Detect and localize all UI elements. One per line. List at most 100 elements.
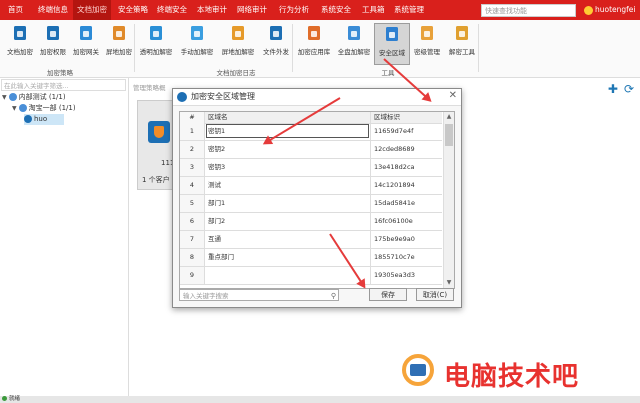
ribbon-icon (10, 23, 30, 43)
menu-item-6[interactable]: 网络审计 (233, 0, 271, 20)
col-header-id[interactable]: 区域标识 (374, 112, 400, 123)
status-icon (2, 396, 7, 401)
row-number: 5 (180, 195, 205, 212)
user-icon (584, 5, 593, 15)
expand-arrow-icon[interactable]: ▼ (12, 105, 17, 112)
zone-grid: # 区域名 区域标识 1 密钥1 11659d7e4f 2 密钥2 12cded8689 3… (179, 111, 455, 289)
shield-icon (148, 121, 170, 143)
zone-id-cell[interactable]: 15dad5841e (374, 195, 415, 212)
scroll-down-icon[interactable]: ▼ (444, 278, 454, 288)
table-row[interactable]: 1 密钥1 11659d7e4f (180, 123, 442, 141)
ribbon-toolbar: 文档加密 加密权限 加密网关 屏地加密 透明加解密 手动加解密 屏地加解密 文件外发 加密应用库… (0, 20, 640, 78)
tree-node-internal-test[interactable]: ▼ 内部测试 (1/1) (2, 92, 66, 103)
ribbon-icon (304, 23, 324, 43)
tree-node-taobao-dept[interactable]: ▼ 淘宝一部 (1/1) (12, 103, 76, 114)
table-row[interactable]: 5 部门1 15dad5841e (180, 195, 442, 213)
menu-item-8[interactable]: 系统安全 (317, 0, 355, 20)
table-row[interactable]: 3 密钥3 13e418d2ca (180, 159, 442, 177)
menu-item-3[interactable]: 安全策略 (114, 0, 152, 20)
row-number: 7 (180, 231, 205, 248)
zone-id-cell[interactable]: 1855710c7e (374, 249, 415, 266)
ribbon-button-11[interactable]: 密级管理 (409, 23, 445, 65)
ribbon-icon (344, 23, 364, 43)
zone-id-cell[interactable]: 11659d7e4f (374, 123, 413, 140)
ribbon-group-label: 加密策略 (47, 69, 73, 77)
cell-editor[interactable] (206, 124, 369, 138)
refresh-icon[interactable]: ⟳ (624, 82, 634, 96)
zone-id-cell[interactable]: 175be9e9a0 (374, 231, 415, 248)
pane-tools: ✚ ⟳ (602, 82, 634, 96)
table-row[interactable]: 9 19305ea3d3 (180, 267, 442, 285)
zone-id-cell[interactable]: 12cded8689 (374, 141, 415, 158)
ribbon-button-7[interactable]: 文件外发 (258, 23, 294, 65)
save-button[interactable]: 保存 (369, 288, 407, 301)
menu-item-1[interactable]: 终端信息 (34, 0, 72, 20)
row-number: 3 (180, 159, 205, 176)
row-number: 6 (180, 213, 205, 230)
row-number: 9 (180, 267, 205, 284)
grid-scrollbar[interactable]: ▲ ▼ (443, 112, 454, 288)
row-number: 2 (180, 141, 205, 158)
table-row[interactable]: 2 密钥2 12cded8689 (180, 141, 442, 159)
group-icon (18, 104, 27, 112)
expand-arrow-icon[interactable]: ▼ (2, 94, 7, 101)
zone-name-cell[interactable]: 测试 (208, 177, 221, 194)
quick-search-input[interactable]: 快速查找功能 (481, 4, 576, 17)
zone-name-cell[interactable]: 密钥2 (208, 141, 225, 158)
ribbon-button-5[interactable]: 手动加解密 (179, 23, 215, 65)
group-icon (8, 93, 17, 101)
ribbon-button-4[interactable]: 透明加解密 (138, 23, 174, 65)
ribbon-button-3[interactable]: 屏地加密 (101, 23, 137, 65)
zone-id-cell[interactable]: 14c1201894 (374, 177, 415, 194)
add-icon[interactable]: ✚ (608, 82, 618, 96)
scroll-up-icon[interactable]: ▲ (444, 112, 454, 122)
close-icon[interactable]: ✕ (449, 90, 457, 101)
table-row[interactable]: 4 测试 14c1201894 (180, 177, 442, 195)
col-header-name[interactable]: 区域名 (208, 112, 228, 123)
ribbon-button-2[interactable]: 加密网关 (68, 23, 104, 65)
user-menu[interactable]: huotengfei (584, 0, 636, 20)
tree-node-huo[interactable]: huo (24, 114, 64, 125)
zone-name-cell[interactable]: 重点部门 (208, 249, 234, 266)
ribbon-button-9[interactable]: 全盘加解密 (336, 23, 372, 65)
scroll-thumb[interactable] (445, 124, 453, 146)
ribbon-separator (134, 24, 135, 72)
pane-title: 管理策略概 (133, 84, 166, 92)
ribbon-button-8[interactable]: 加密应用库 (296, 23, 332, 65)
zone-id-cell[interactable]: 19305ea3d3 (374, 267, 415, 284)
menu-item-9[interactable]: 工具箱 (358, 0, 389, 20)
menu-item-10[interactable]: 系统管理 (390, 0, 428, 20)
ribbon-icon (382, 24, 402, 44)
ribbon-button-6[interactable]: 屏地加解密 (220, 23, 256, 65)
zone-name-cell[interactable]: 密钥1 (208, 123, 225, 140)
menu-item-5[interactable]: 本地审计 (193, 0, 231, 20)
ribbon-icon (76, 23, 96, 43)
ribbon-button-1[interactable]: 加密权限 (35, 23, 71, 65)
row-number: 4 (180, 177, 205, 194)
ribbon-button-0[interactable]: 文档加密 (2, 23, 38, 65)
table-row[interactable]: 6 部门2 16fc06100e (180, 213, 442, 231)
menu-item-0[interactable]: 首页 (4, 0, 27, 20)
row-number: 1 (180, 123, 205, 140)
tree-filter-input[interactable]: 在此输入关键字筛选... (1, 79, 126, 91)
zone-name-cell[interactable]: 部门1 (208, 195, 225, 212)
zone-id-cell[interactable]: 13e418d2ca (374, 159, 415, 176)
dialog-search-input[interactable]: 输入关键字搜索 ⚲ (179, 289, 339, 301)
cancel-button[interactable]: 取消(C) (416, 288, 454, 301)
menu-item-7[interactable]: 行为分析 (275, 0, 313, 20)
ribbon-button-10[interactable]: 安全区域 (374, 23, 410, 65)
ribbon-button-12[interactable]: 解密工具 (444, 23, 480, 65)
ribbon-icon (187, 23, 207, 43)
app-icon (177, 92, 187, 102)
menu-item-2[interactable]: 文档加密 (73, 0, 111, 20)
zone-name-cell[interactable]: 互通 (208, 231, 221, 248)
zone-name-cell[interactable]: 部门2 (208, 213, 225, 230)
zone-name-cell[interactable]: 密钥3 (208, 159, 225, 176)
table-row[interactable]: 8 重点部门 1855710c7e (180, 249, 442, 267)
username: huotengfei (595, 5, 636, 14)
search-icon[interactable]: ⚲ (331, 290, 336, 302)
menu-item-4[interactable]: 终端安全 (153, 0, 191, 20)
computer-icon (24, 115, 32, 123)
zone-id-cell[interactable]: 16fc06100e (374, 213, 413, 230)
table-row[interactable]: 7 互通 175be9e9a0 (180, 231, 442, 249)
